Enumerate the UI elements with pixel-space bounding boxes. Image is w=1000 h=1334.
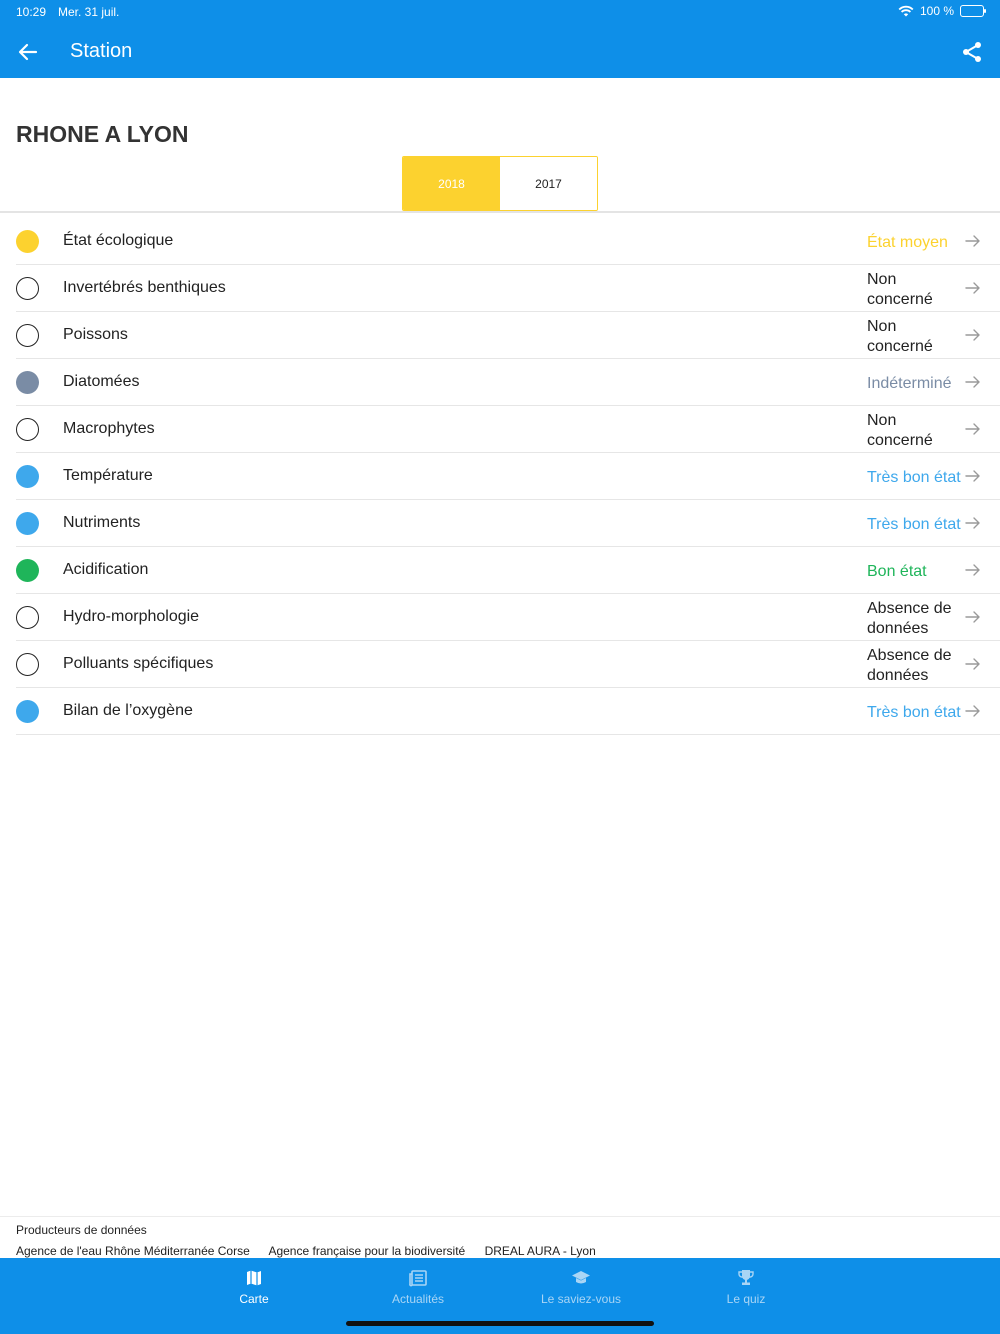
indicator-value: Absence de données <box>867 647 952 684</box>
status-date: Mer. 31 juil. <box>58 5 120 19</box>
status-dot-icon <box>16 371 39 394</box>
home-indicator <box>346 1321 654 1326</box>
indicator-row[interactable]: Polluants spécifiques Absence de données <box>16 641 1000 688</box>
navigation-bar: Station <box>0 30 1000 74</box>
indicator-label: Température <box>63 467 153 484</box>
indicator-label: Polluants spécifiques <box>63 655 214 672</box>
indicator-row[interactable]: Macrophytes Non concerné <box>16 406 1000 453</box>
battery-icon <box>960 5 986 17</box>
graduation-cap-icon <box>572 1271 590 1284</box>
station-name: RHONE A LYON <box>16 121 189 147</box>
year-selector: 2018 2017 <box>402 156 598 211</box>
indicator-label: État écologique <box>63 232 174 249</box>
indicator-row[interactable]: Température Très bon état <box>16 453 1000 500</box>
status-dot-icon <box>16 230 39 253</box>
indicator-label: Macrophytes <box>63 420 155 437</box>
app-bar: 10:29 Mer. 31 juil. 100 % Station <box>0 0 1000 78</box>
indicator-row[interactable]: Acidification Bon état <box>16 547 1000 594</box>
indicator-row[interactable]: Bilan de l’oxygène Très bon état <box>16 688 1000 735</box>
wifi-icon <box>898 5 914 17</box>
status-bar: 10:29 Mer. 31 juil. 100 % <box>0 0 1000 24</box>
indicator-value: État moyen <box>867 234 948 251</box>
indicator-label: Nutriments <box>63 514 141 531</box>
status-dot-icon <box>16 653 39 676</box>
producer-item: DREAL AURA - Lyon <box>484 1244 596 1258</box>
indicator-value: Non concerné <box>867 271 933 308</box>
indicator-list: État écologique État moyen Invertébrés ben… <box>0 218 1000 735</box>
chevron-right-arrow-icon <box>965 517 980 529</box>
producers-list: Agence de l'eau Rhône Méditerranée Corse… <box>16 1244 984 1258</box>
producers-title: Producteurs de données <box>16 1223 147 1237</box>
trophy-icon <box>738 1270 754 1285</box>
indicator-row[interactable]: Nutriments Très bon état <box>16 500 1000 547</box>
status-time: 10:29 <box>16 5 47 19</box>
indicator-row[interactable]: Hydro-morphologie Absence de données <box>16 594 1000 641</box>
indicator-value: Non concerné <box>867 412 933 449</box>
chevron-right-arrow-icon <box>965 235 980 247</box>
indicator-label: Acidification <box>63 561 149 578</box>
battery-percent: 100 % <box>919 4 954 18</box>
chevron-right-arrow-icon <box>965 282 980 294</box>
share-icon[interactable] <box>960 40 984 64</box>
status-right: 100 % <box>898 4 986 18</box>
status-dot-icon <box>16 465 39 488</box>
tab-label: Carte <box>239 1292 269 1306</box>
indicator-value: Absence de données <box>867 600 952 637</box>
indicator-row[interactable]: Poissons Non concerné <box>16 312 1000 359</box>
chevron-right-arrow-icon <box>965 705 980 717</box>
indicator-value: Très bon état <box>867 469 961 486</box>
status-dot-icon <box>16 418 39 441</box>
chevron-right-arrow-icon <box>965 376 980 388</box>
tab-le-saviez-vous[interactable]: Le saviez-vous <box>511 1268 651 1306</box>
news-icon <box>409 1270 427 1287</box>
status-dot-icon <box>16 606 39 629</box>
indicator-row[interactable]: État écologique État moyen <box>16 218 1000 265</box>
indicator-label: Hydro-morphologie <box>63 608 200 625</box>
chevron-right-arrow-icon <box>965 564 980 576</box>
year-tab-2018[interactable]: 2018 <box>403 157 500 210</box>
chevron-right-arrow-icon <box>965 611 980 623</box>
indicator-row[interactable]: Diatomées Indéterminé <box>16 359 1000 406</box>
tab-carte[interactable]: Carte <box>184 1268 324 1306</box>
indicator-label: Poissons <box>63 326 128 343</box>
chevron-right-arrow-icon <box>965 329 980 341</box>
tab-label: Actualités <box>391 1292 445 1306</box>
indicator-value: Indéterminé <box>867 375 952 392</box>
tab-le-quiz[interactable]: Le quiz <box>676 1268 816 1306</box>
indicator-value: Très bon état <box>867 704 961 721</box>
indicator-label: Bilan de l’oxygène <box>63 702 193 719</box>
tab-label: Le saviez-vous <box>540 1292 622 1306</box>
tab-actualites[interactable]: Actualités <box>348 1268 488 1306</box>
status-dot-icon <box>16 700 39 723</box>
indicator-row[interactable]: Invertébrés benthiques Non concerné <box>16 265 1000 312</box>
tab-label: Le quiz <box>726 1292 766 1306</box>
producer-item: Agence de l'eau Rhône Méditerranée Corse <box>16 1244 250 1258</box>
status-dot-icon <box>16 324 39 347</box>
divider <box>0 211 1000 213</box>
status-dot-icon <box>16 277 39 300</box>
indicator-label: Invertébrés benthiques <box>63 279 226 296</box>
chevron-right-arrow-icon <box>965 423 980 435</box>
chevron-right-arrow-icon <box>965 658 980 670</box>
producer-item: Agence française pour la biodiversité <box>268 1244 466 1258</box>
status-dot-icon <box>16 559 39 582</box>
status-dot-icon <box>16 512 39 535</box>
indicator-label: Diatomées <box>63 373 140 390</box>
map-icon <box>247 1270 261 1286</box>
indicator-value: Très bon état <box>867 516 961 533</box>
data-producers: Producteurs de données Agence de l'eau R… <box>0 1216 1000 1258</box>
page-title: Station <box>70 40 133 62</box>
year-tab-2017[interactable]: 2017 <box>500 157 597 210</box>
chevron-right-arrow-icon <box>965 470 980 482</box>
back-arrow-icon[interactable] <box>16 40 40 64</box>
indicator-value: Non concerné <box>867 318 933 355</box>
indicator-value: Bon état <box>867 563 927 580</box>
